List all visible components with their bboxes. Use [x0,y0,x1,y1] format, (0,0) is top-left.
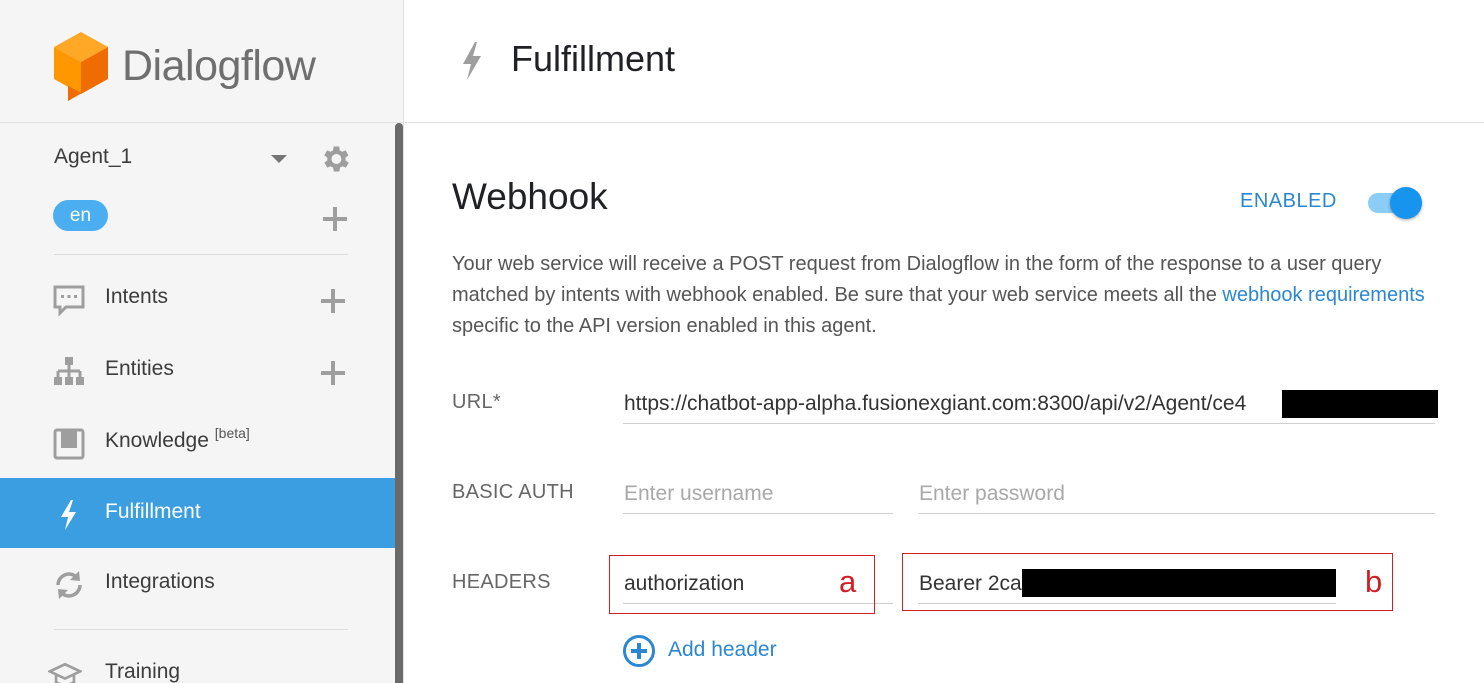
sidebar-item-label: Training [105,660,181,683]
page-title: Fulfillment [511,38,676,79]
sidebar-item-fulfillment[interactable]: Fulfillment [0,478,395,548]
toggle-knob [1390,187,1422,219]
sidebar-item-integrations[interactable]: Integrations [0,548,395,618]
sync-icon [56,571,82,599]
bolt-icon [61,500,76,530]
language-badge[interactable]: en [53,200,108,231]
brand-name: Dialogflow [122,42,316,90]
add-entity-icon[interactable] [321,361,345,385]
sidebar: Dialogflow Agent_1 en Intents Entities K… [0,0,404,683]
annotation-box-b [902,553,1393,611]
sidebar-scrollbar[interactable] [395,123,403,683]
annotation-box-a [609,555,875,614]
sidebar-item-label: Entities [105,357,174,380]
graduation-cap-icon [48,662,82,683]
add-language-icon[interactable] [323,207,347,231]
logo-bar: Dialogflow [0,0,404,123]
sidebar-item-label: Fulfillment [105,500,201,523]
webhook-description: Your web service will receive a POST req… [452,253,1425,337]
webhook-requirements-link[interactable]: webhook requirements [1222,284,1424,306]
hierarchy-icon [54,357,84,385]
webhook-status-label: ENABLED [1240,190,1337,212]
dialogflow-logo-icon [54,32,108,101]
headers-label: HEADERS [452,571,551,593]
chat-bubble-icon [53,285,85,317]
agent-name[interactable]: Agent_1 [54,145,132,169]
sidebar-divider [54,254,348,255]
sidebar-item-training[interactable]: Training [0,638,395,683]
sidebar-item-label: Integrations [105,570,215,593]
password-input[interactable] [918,474,1435,514]
annotation-label-a: a [839,564,857,599]
sidebar-item-label: Intents [105,285,169,308]
webhook-enable-toggle[interactable] [1368,187,1422,219]
agent-dropdown-icon[interactable] [271,155,287,163]
main-content: Webhook ENABLED Your web service will re… [405,124,1484,683]
annotation-label-b: b [1365,564,1383,599]
webhook-title: Webhook [452,176,608,217]
sidebar-divider [54,629,348,630]
username-input[interactable] [623,474,893,514]
beta-badge: [beta] [214,425,250,441]
basic-auth-label: BASIC AUTH [452,481,574,503]
sidebar-item-label: Knowledge [beta] [105,425,250,452]
book-icon [53,428,85,460]
page-header: Fulfillment [405,0,1484,123]
redaction-box [1282,390,1438,418]
settings-gear-icon[interactable] [318,142,352,176]
add-header-label: Add header [668,638,777,661]
add-circle-icon [623,635,655,667]
url-label: URL* [452,391,501,413]
bolt-icon [463,42,481,80]
add-intent-icon[interactable] [321,289,345,313]
sidebar-item-knowledge[interactable]: Knowledge [beta] [0,407,395,477]
